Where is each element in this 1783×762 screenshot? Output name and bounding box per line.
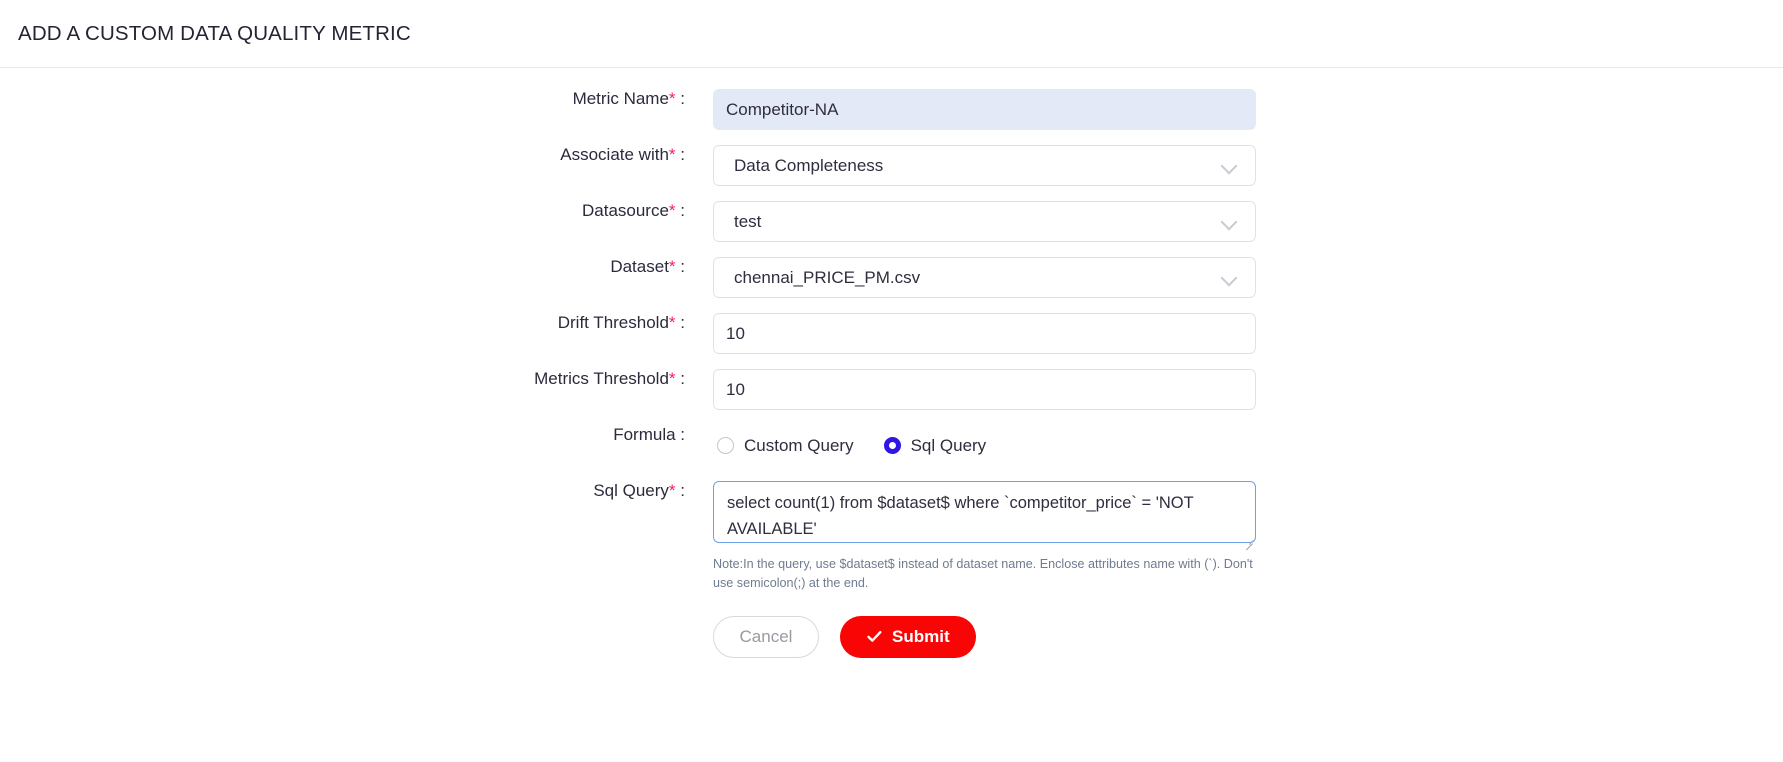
form-row-formula: Formula : Custom Query Sql Query xyxy=(0,425,1783,466)
form-actions: Cancel Submit xyxy=(713,616,1256,658)
label-metrics-threshold-suffix: : xyxy=(676,369,685,388)
datasource-select[interactable]: test xyxy=(713,201,1256,242)
label-metric-name-text: Metric Name xyxy=(573,89,669,108)
dataset-value: chennai_PRICE_PM.csv xyxy=(734,268,1221,288)
required-asterisk: * xyxy=(669,369,676,388)
label-dataset-text: Dataset xyxy=(610,257,669,276)
form-row-associate-with: Associate with* : Data Completeness xyxy=(0,145,1783,186)
submit-button[interactable]: Submit xyxy=(840,616,976,658)
associate-with-value: Data Completeness xyxy=(734,156,1221,176)
chevron-down-icon xyxy=(1221,157,1239,175)
radio-unselected-icon xyxy=(717,437,734,454)
form-row-datasource: Datasource* : test xyxy=(0,201,1783,242)
sql-query-textarea[interactable] xyxy=(713,481,1256,543)
form-row-metrics-threshold: Metrics Threshold* : 10 xyxy=(0,369,1783,410)
required-asterisk: * xyxy=(669,481,676,500)
required-asterisk: * xyxy=(669,313,676,332)
page-title: ADD A CUSTOM DATA QUALITY METRIC xyxy=(18,22,411,46)
metric-name-input[interactable]: Competitor-NA xyxy=(713,89,1256,130)
label-metrics-threshold: Metrics Threshold* : xyxy=(0,369,713,389)
label-datasource: Datasource* : xyxy=(0,201,713,221)
radio-sql-query-label: Sql Query xyxy=(911,436,987,456)
form-row-dataset: Dataset* : chennai_PRICE_PM.csv xyxy=(0,257,1783,298)
submit-button-label: Submit xyxy=(892,627,950,647)
cancel-button[interactable]: Cancel xyxy=(713,616,819,658)
radio-selected-icon xyxy=(884,437,901,454)
formula-radio-group: Custom Query Sql Query xyxy=(713,425,1256,466)
label-datasource-suffix: : xyxy=(676,201,685,220)
dataset-select[interactable]: chennai_PRICE_PM.csv xyxy=(713,257,1256,298)
required-asterisk: * xyxy=(669,257,676,276)
label-drift-threshold-text: Drift Threshold xyxy=(558,313,669,332)
chevron-down-icon xyxy=(1221,213,1239,231)
label-sql-query: Sql Query* : xyxy=(0,481,713,501)
label-associate-with-text: Associate with xyxy=(560,145,669,164)
check-icon xyxy=(866,628,883,645)
label-sql-query-suffix: : xyxy=(676,481,685,500)
label-dataset-suffix: : xyxy=(676,257,685,276)
sql-query-note: Note:In the query, use $dataset$ instead… xyxy=(713,555,1256,592)
radio-custom-query[interactable]: Custom Query xyxy=(717,436,854,456)
metrics-threshold-input[interactable]: 10 xyxy=(713,369,1256,410)
required-asterisk: * xyxy=(669,89,676,108)
form-row-drift-threshold: Drift Threshold* : 10 xyxy=(0,313,1783,354)
radio-sql-query[interactable]: Sql Query xyxy=(884,436,987,456)
metric-form: Metric Name* : Competitor-NA Associate w… xyxy=(0,68,1783,658)
label-metric-name-suffix: : xyxy=(676,89,685,108)
label-formula: Formula : xyxy=(0,425,713,445)
label-dataset: Dataset* : xyxy=(0,257,713,277)
radio-custom-query-label: Custom Query xyxy=(744,436,854,456)
label-metrics-threshold-text: Metrics Threshold xyxy=(534,369,669,388)
label-drift-threshold: Drift Threshold* : xyxy=(0,313,713,333)
page-header: ADD A CUSTOM DATA QUALITY METRIC xyxy=(0,0,1783,68)
required-asterisk: * xyxy=(669,201,676,220)
label-associate-with: Associate with* : xyxy=(0,145,713,165)
label-drift-threshold-suffix: : xyxy=(676,313,685,332)
label-sql-query-text: Sql Query xyxy=(593,481,669,500)
label-datasource-text: Datasource xyxy=(582,201,669,220)
chevron-down-icon xyxy=(1221,269,1239,287)
required-asterisk: * xyxy=(669,145,676,164)
label-metric-name: Metric Name* : xyxy=(0,89,713,109)
datasource-value: test xyxy=(734,212,1221,232)
associate-with-select[interactable]: Data Completeness xyxy=(713,145,1256,186)
drift-threshold-input[interactable]: 10 xyxy=(713,313,1256,354)
form-row-metric-name: Metric Name* : Competitor-NA xyxy=(0,89,1783,130)
label-associate-with-suffix: : xyxy=(676,145,685,164)
form-row-sql-query: Sql Query* : Note:In the query, use $dat… xyxy=(0,481,1783,658)
